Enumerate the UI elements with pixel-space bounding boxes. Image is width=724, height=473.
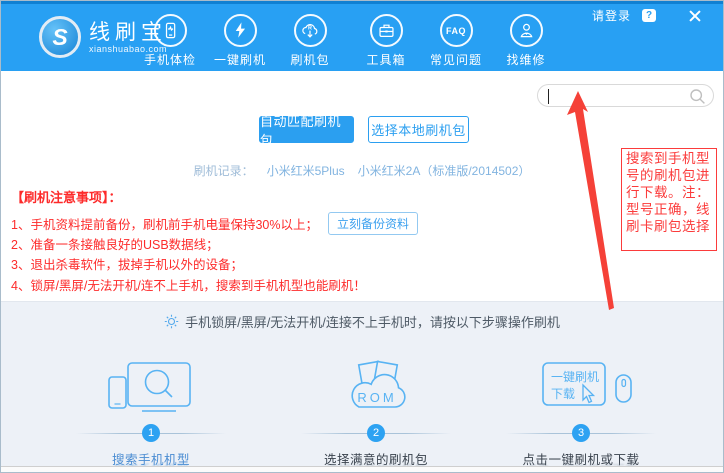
notice-line-1: 1、手机资料提前备份，刷机前手机电量保持30%以上；: [11, 214, 318, 233]
notice-line-4: 4、锁屏/黑屏/无法开机/连不上手机，搜索到手机机型也能刷机！: [11, 274, 418, 294]
app-window: 请登录 ? S 线刷宝 xianshuabao.com: [0, 0, 724, 473]
flash-history-item[interactable]: 小米红米5Plus: [267, 162, 345, 179]
svg-text:一键刷机: 一键刷机: [551, 370, 599, 384]
search-box: [537, 84, 714, 107]
header: 请登录 ? S 线刷宝 xianshuabao.com: [1, 1, 723, 71]
annotation-note: 搜索到手机型号的刷机包进行下载。注：型号正确，线刷卡刷包选择: [621, 148, 717, 251]
guide-heading: 手机锁屏/黑屏/无法开机/连接不上手机时，请按以下步骤操作刷机: [1, 312, 723, 331]
guide-step-choose-rom: ROM 2 选择满意的刷机包: [276, 358, 476, 468]
logo-icon: S: [39, 16, 81, 58]
nav-item-phone-check[interactable]: 手机体检: [135, 14, 205, 68]
rom-package-icon: ROM: [276, 358, 476, 418]
flash-history: 刷机记录： 小米红米5Plus 小米红米2A（标准版/2014502）: [1, 162, 723, 179]
nav-item-faq[interactable]: FAQ 常见问题: [421, 14, 491, 68]
search-model-icon: [51, 358, 251, 418]
nav-item-repair[interactable]: 找维修: [491, 14, 561, 68]
flash-history-item[interactable]: 小米红米2A（标准版/2014502）: [358, 162, 531, 179]
sun-icon: [164, 314, 179, 329]
auto-match-package-button[interactable]: 自动匹配刷机包: [259, 116, 354, 143]
rom-download-icon: R: [294, 14, 327, 47]
bottom-edge-bar: [1, 466, 723, 472]
step-number: 3: [572, 424, 590, 442]
flash-notice: 【刷机注意事项】： 1、手机资料提前备份，刷机前手机电量保持30%以上； 立刻备…: [11, 187, 418, 295]
close-icon[interactable]: [689, 10, 701, 22]
step-number: 2: [367, 424, 385, 442]
nav-item-toolbox[interactable]: 工具箱: [351, 14, 421, 68]
guide-section: 手机锁屏/黑屏/无法开机/连接不上手机时，请按以下步骤操作刷机 1 搜索手机机型: [1, 301, 723, 468]
lightning-icon: [224, 14, 257, 47]
toolbox-icon: [370, 14, 403, 47]
choose-local-package-button[interactable]: 选择本地刷机包: [368, 116, 469, 143]
step-number: 1: [142, 424, 160, 442]
nav-item-one-click-flash[interactable]: 一键刷机: [205, 14, 275, 68]
search-input[interactable]: [550, 86, 685, 105]
guide-step-search-model: 1 搜索手机机型: [51, 358, 251, 468]
guide-step-one-click-download: 一键刷机 下载 3 点击一键刷机或下载: [481, 358, 681, 468]
svg-text:下载: 下载: [551, 387, 575, 401]
notice-title: 【刷机注意事项】：: [11, 187, 418, 206]
phone-check-icon: [154, 14, 187, 47]
backup-now-button[interactable]: 立刻备份资料: [328, 212, 418, 235]
main-nav: 手机体检 一键刷机 R: [135, 14, 561, 68]
notice-line-2: 2、准备一条接触良好的USB数据线；: [11, 233, 418, 253]
titlebar: 请登录 ?: [592, 7, 701, 24]
nav-item-rom-package[interactable]: R 刷机包: [275, 14, 345, 68]
repair-person-icon: [510, 14, 543, 47]
svg-text:ROM: ROM: [357, 390, 396, 405]
faq-icon: FAQ: [440, 14, 473, 47]
search-icon[interactable]: [689, 88, 706, 105]
help-icon[interactable]: ?: [642, 9, 656, 22]
login-link[interactable]: 请登录: [592, 7, 631, 24]
one-click-flash-icon: 一键刷机 下载: [481, 358, 681, 418]
flash-history-label: 刷机记录：: [194, 162, 254, 179]
notice-line-3: 3、退出杀毒软件，拔掉手机以外的设备；: [11, 254, 418, 274]
text-caret: [548, 89, 549, 104]
